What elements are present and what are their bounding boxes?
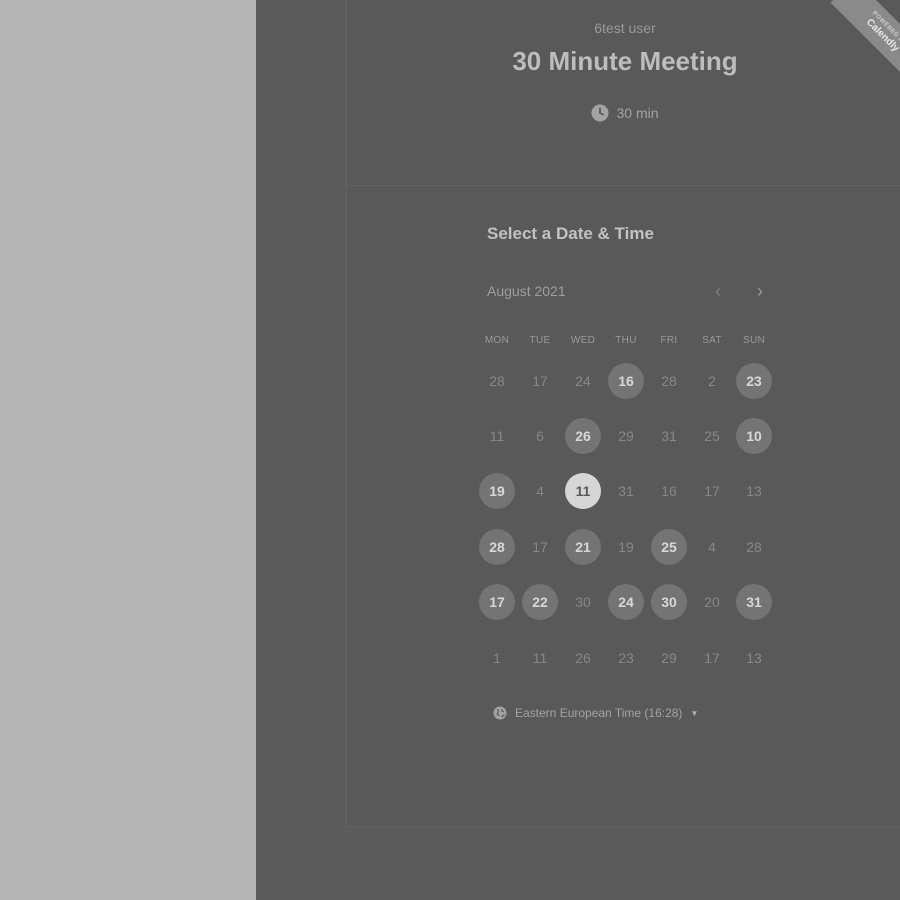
calendar-day: 17 [704, 650, 720, 666]
calendar-day[interactable]: 31 [736, 584, 772, 620]
duration-label: 30 min [616, 105, 659, 121]
weekday-label: WED [570, 335, 596, 346]
calendar-day[interactable]: 17 [479, 584, 515, 620]
calendar-day: 17 [532, 539, 548, 555]
calendar-day: 30 [575, 594, 591, 610]
timezone-selector[interactable]: Eastern European Time (16:28) ▼ [493, 706, 698, 720]
weekday-label: THU [615, 335, 637, 346]
calendar-day: 13 [746, 483, 762, 499]
calendar-day: 28 [746, 539, 762, 555]
calendar-day: 24 [575, 373, 591, 389]
caret-down-icon: ▼ [690, 708, 699, 718]
calendar-day: 11 [532, 650, 548, 666]
calendar-day[interactable]: 26 [565, 418, 601, 454]
calendar-day: 17 [704, 483, 720, 499]
select-date-heading: Select a Date & Time [487, 224, 654, 243]
calendar-day[interactable]: 24 [608, 584, 644, 620]
previous-month-button[interactable]: ‹ [707, 279, 729, 303]
clock-icon [591, 104, 609, 122]
calendar-day: 6 [536, 428, 544, 444]
calendar-day: 13 [746, 650, 762, 666]
calendar-day: 23 [618, 650, 634, 666]
chevron-right-icon: › [757, 280, 763, 301]
calendar-day[interactable]: 30 [651, 584, 687, 620]
calendar-day: 29 [661, 650, 677, 666]
calendar-day: 19 [618, 539, 634, 555]
calendar-day: 4 [708, 539, 716, 555]
calendar-day: 31 [661, 428, 677, 444]
calendar-day: 17 [532, 373, 548, 389]
calendar-day: 2 [708, 373, 716, 389]
calendar-day[interactable]: 23 [736, 363, 772, 399]
calendar-day[interactable]: 25 [651, 529, 687, 565]
calendar-day: 20 [704, 594, 720, 610]
next-month-button[interactable]: › [749, 279, 771, 303]
scheduling-card: POWERED BY Calendly 6test user 30 Minute… [346, 0, 900, 827]
calendar-day: 25 [704, 428, 720, 444]
weekday-label: SAT [702, 335, 722, 346]
weekday-label: FRI [660, 335, 678, 346]
calendar-day[interactable]: 19 [479, 473, 515, 509]
calendar-day[interactable]: 21 [565, 529, 601, 565]
left-blank-pane [0, 0, 256, 900]
calendar-day-selected[interactable]: 11 [565, 473, 601, 509]
calendar-day[interactable]: 16 [608, 363, 644, 399]
chevron-left-icon: ‹ [715, 280, 721, 301]
calendar-day: 26 [575, 650, 591, 666]
host-name: 6test user [594, 20, 656, 36]
month-label: August 2021 [487, 283, 566, 299]
calendar-day[interactable]: 22 [522, 584, 558, 620]
weekday-label: MON [484, 335, 510, 346]
duration-row: 30 min [347, 104, 900, 122]
calendar-day: 16 [661, 483, 677, 499]
calendar-day[interactable]: 10 [736, 418, 772, 454]
event-details: 6test user 30 Minute Meeting 30 min [347, 0, 900, 186]
calendar-day: 31 [618, 483, 634, 499]
calendar-day: 29 [618, 428, 634, 444]
calendar-day: 4 [536, 483, 544, 499]
event-title: 30 Minute Meeting [512, 46, 738, 76]
weekday-label: SUN [742, 335, 765, 346]
calendar-day: 11 [489, 428, 505, 444]
calendar-day: 1 [493, 650, 501, 666]
weekday-label: TUE [529, 335, 551, 346]
globe-icon [493, 706, 507, 720]
calendar-day: 28 [489, 373, 505, 389]
calendar-day[interactable]: 28 [479, 529, 515, 565]
timezone-label: Eastern European Time (16:28) [515, 706, 683, 720]
calendar-day: 28 [661, 373, 677, 389]
